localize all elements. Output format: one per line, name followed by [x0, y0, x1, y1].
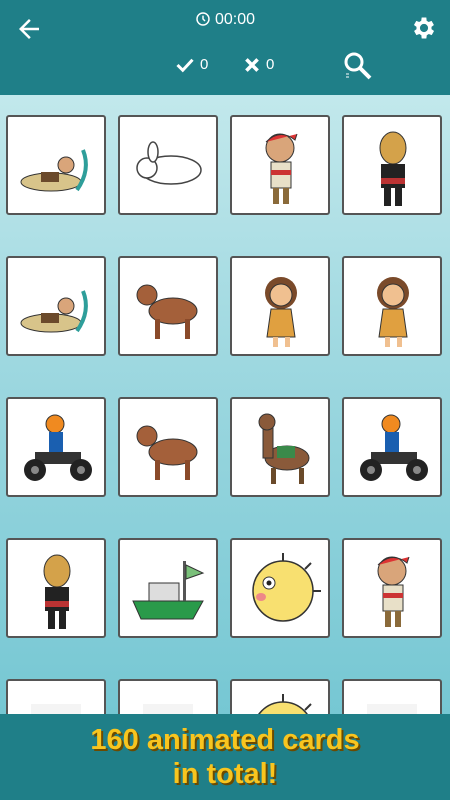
game-card[interactable]	[118, 397, 218, 497]
cave-girl-icon	[377, 277, 409, 347]
game-card[interactable]	[118, 115, 218, 215]
boat-icon	[132, 561, 205, 620]
card-grid	[6, 115, 446, 735]
game-card[interactable]	[230, 397, 330, 497]
promo-line-2: in total!	[172, 758, 278, 790]
sleeping-explorer-icon	[20, 149, 88, 192]
game-card[interactable]	[230, 115, 330, 215]
cross-icon	[245, 57, 259, 72]
hyena-icon	[136, 425, 198, 480]
quad-bike-rider-icon	[360, 414, 428, 481]
pufferfish-icon	[252, 553, 321, 622]
quad-bike-rider-icon	[24, 414, 92, 481]
clock-icon	[196, 12, 210, 26]
check-icon	[176, 58, 194, 72]
game-card[interactable]	[6, 115, 106, 215]
top-bar: 00:00 0 0	[0, 0, 450, 95]
promo-line-1: 160 animated cards	[90, 724, 360, 756]
bald-man-icon	[379, 131, 407, 206]
game-card[interactable]	[342, 538, 442, 638]
correct-counter: 0	[176, 56, 208, 73]
hyena-icon	[136, 284, 198, 339]
game-card[interactable]	[342, 115, 442, 215]
game-card[interactable]	[118, 256, 218, 356]
llama-icon	[258, 413, 310, 484]
game-card[interactable]	[6, 397, 106, 497]
search-hint-icon[interactable]	[342, 50, 374, 82]
game-card[interactable]	[230, 538, 330, 638]
sleeping-explorer-icon	[20, 290, 88, 333]
pirate-icon	[377, 556, 410, 627]
gear-icon[interactable]	[410, 14, 438, 42]
game-card[interactable]	[118, 538, 218, 638]
game-card[interactable]	[6, 538, 106, 638]
timer: 00:00	[0, 11, 450, 29]
wrong-count: 0	[266, 56, 275, 73]
pirate-icon	[265, 133, 298, 204]
promo-banner: 160 animated cards in total!	[0, 714, 450, 800]
game-card[interactable]	[6, 256, 106, 356]
sketch-rabbit-icon	[136, 141, 202, 185]
timer-value: 00:00	[214, 11, 256, 28]
game-card[interactable]	[342, 256, 442, 356]
cave-girl-icon	[265, 277, 297, 347]
game-card[interactable]	[342, 397, 442, 497]
wrong-counter: 0	[244, 56, 274, 73]
game-card[interactable]	[230, 256, 330, 356]
bald-man-icon	[43, 554, 71, 629]
correct-count: 0	[200, 56, 209, 73]
